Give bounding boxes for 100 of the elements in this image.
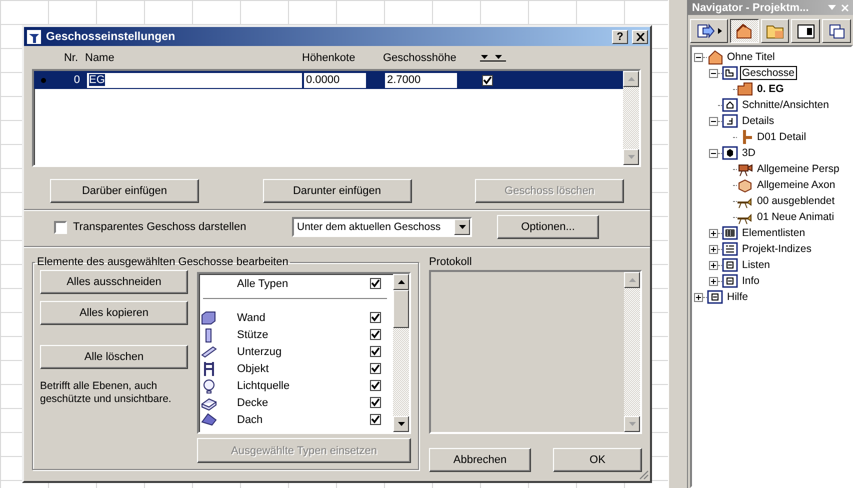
story-node-icon: [737, 81, 753, 97]
book-tool-button[interactable]: [791, 19, 820, 43]
type-label: Decke: [237, 396, 270, 408]
project-icon: [734, 22, 754, 40]
close-icon: [636, 32, 644, 40]
show-checkbox[interactable]: [482, 74, 493, 86]
story-row[interactable]: 0 EG 0.0000 2.7000: [34, 71, 623, 89]
tree-item[interactable]: 01 Neue Animati: [755, 210, 836, 224]
beam-icon: [201, 344, 217, 360]
lists-node-icon: [722, 225, 738, 241]
layout-tool-button[interactable]: [760, 19, 790, 43]
expander-icon[interactable]: [694, 292, 703, 302]
stories-node-icon: [722, 65, 738, 81]
scroll-up-icon[interactable]: [398, 280, 404, 284]
tree-item[interactable]: 3D: [740, 146, 758, 160]
column-header: Geschosshöhe: [383, 52, 455, 64]
windows-tool-button[interactable]: [822, 19, 851, 43]
scroll-down-icon[interactable]: [398, 422, 404, 426]
group-title: Elemente des ausgewählten Geschosse bearbeiten: [36, 256, 290, 268]
close-button[interactable]: [632, 30, 648, 44]
type-checkbox[interactable]: [370, 363, 381, 374]
tree-item[interactable]: Projekt-Indizes: [740, 242, 814, 256]
cancel-button[interactable]: Abbrechen: [429, 448, 531, 472]
tree-item[interactable]: 0. EG: [755, 82, 786, 96]
expander-icon[interactable]: [709, 148, 718, 158]
caret-icon: [718, 28, 722, 34]
type-label: Objekt: [237, 362, 270, 374]
tree-item[interactable]: Ohne Titel: [725, 50, 777, 64]
frame-node-icon: [707, 289, 723, 305]
tree-item[interactable]: Elementlisten: [740, 226, 808, 240]
details-node-icon: [722, 113, 738, 129]
index-node-icon: [722, 241, 738, 257]
tree-item[interactable]: Allgemeine Axon: [755, 178, 838, 192]
scrollbar[interactable]: [393, 274, 409, 432]
transparent-checkbox[interactable]: [54, 220, 67, 234]
dropdown-arrows-icon[interactable]: [480, 54, 506, 62]
help-button[interactable]: ?: [612, 30, 628, 44]
story-action-button[interactable]: Darunter einfügen: [262, 179, 412, 203]
story-action-button[interactable]: Darüber einfügen: [50, 179, 199, 203]
log-title: Protokoll: [429, 256, 473, 270]
type-label: Wand: [237, 312, 266, 324]
expander-icon[interactable]: [709, 228, 718, 238]
wall-icon: [201, 310, 217, 326]
expander-icon[interactable]: [709, 68, 718, 78]
object-icon: [201, 360, 217, 376]
type-checkbox[interactable]: [370, 380, 381, 391]
tree-item[interactable]: Geschosse: [740, 66, 797, 80]
sections-node-icon: [722, 97, 738, 113]
splitter-bar[interactable]: [668, 0, 688, 488]
type-checkbox[interactable]: [370, 312, 381, 323]
tree-item[interactable]: D01 Detail: [755, 130, 808, 144]
tree-item[interactable]: Schnitte/Ansichten: [740, 98, 831, 112]
type-label: Unterzug: [237, 346, 283, 358]
height-field[interactable]: 2.7000: [385, 72, 457, 88]
tree-item[interactable]: 00 ausgeblendet: [755, 194, 837, 208]
expander-icon[interactable]: [709, 116, 718, 126]
note-text: Betrifft alle Ebenen, auch geschützte und unsichtbare.: [40, 380, 172, 406]
expander-icon[interactable]: [694, 52, 703, 62]
expander-icon[interactable]: [709, 276, 718, 286]
project-tool-button[interactable]: [730, 19, 759, 43]
edit-action-button[interactable]: Alle löschen: [40, 345, 188, 369]
tree-item[interactable]: Info: [740, 274, 762, 288]
position-dropdown[interactable]: Unter dem aktuellen Geschoss: [292, 217, 472, 237]
lamp-icon: [201, 378, 217, 394]
expander-icon[interactable]: [709, 244, 718, 254]
type-checkbox[interactable]: [370, 278, 381, 289]
edit-action-button[interactable]: Alles kopieren: [40, 301, 188, 325]
story-number: 0: [72, 74, 80, 86]
ok-button[interactable]: OK: [553, 448, 642, 472]
box-node-icon: [737, 177, 753, 193]
window-title: Geschosseinstellungen: [46, 30, 176, 42]
tree-item[interactable]: Allgemeine Persp: [755, 162, 842, 176]
tree-item[interactable]: Hilfe: [725, 290, 750, 304]
checkbox-label: Transparentes Geschoss darstellen: [73, 221, 248, 233]
dropdown-arrow-icon[interactable]: [458, 225, 466, 229]
type-label: Lichtquelle: [237, 380, 291, 392]
expander-icon[interactable]: [709, 260, 718, 270]
options-button[interactable]: Optionen...: [497, 215, 599, 239]
app-icon: [26, 28, 42, 44]
edit-action-button[interactable]: Alles ausschneiden: [40, 270, 188, 294]
type-checkbox[interactable]: [370, 329, 381, 340]
type-checkbox[interactable]: [370, 414, 381, 425]
project-node-icon: [707, 49, 723, 65]
scroll-thumb[interactable]: [393, 290, 409, 328]
tree-item[interactable]: Listen: [740, 258, 772, 272]
elevation-field[interactable]: 0.0000: [304, 72, 366, 88]
type-label: Alle Typen: [237, 278, 290, 290]
tree-item[interactable]: Details: [740, 114, 776, 128]
column-header: Höhenkote: [302, 52, 356, 64]
frame-node-icon: [722, 273, 738, 289]
name-field[interactable]: EG: [87, 72, 302, 88]
type-checkbox[interactable]: [370, 397, 381, 408]
resize-grip-icon[interactable]: [638, 469, 649, 480]
column-header: Nr.: [62, 52, 78, 64]
view3d-node-icon: [722, 145, 738, 161]
windows-icon: [826, 22, 847, 40]
type-checkbox[interactable]: [370, 346, 381, 357]
publish-icon: [696, 22, 716, 40]
publish-tool-button[interactable]: [690, 19, 728, 43]
panel-title: Navigator - Projektm...: [692, 2, 810, 14]
